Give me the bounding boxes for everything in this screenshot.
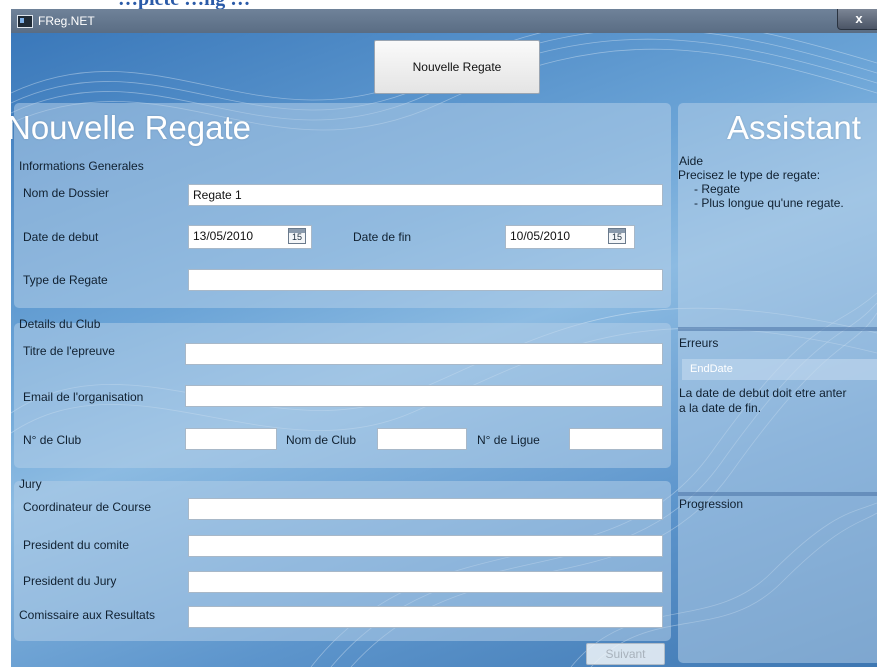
committee-president-label: President du comite [23,538,130,552]
client-area: Nouvelle Regate Nouvelle Regate Informat… [11,33,877,667]
form-title: Nouvelle Regate [11,109,251,146]
general-info-group-label: Informations Generales [19,159,144,173]
club-number-field[interactable] [185,428,277,450]
window-title: FReg.NET [38,14,95,28]
org-email-label: Email de l'organisation [23,390,144,404]
folder-name-field[interactable]: Regate 1 [188,184,663,206]
jury-president-field[interactable] [188,571,663,593]
start-date-calendar-icon[interactable]: 15 [288,228,306,244]
event-title-label: Titre de l'epreuve [23,344,115,358]
results-commissioner-field[interactable] [188,606,663,628]
jury-president-label: President du Jury [23,574,117,588]
club-details-group-label: Details du Club [19,317,101,331]
help-label: Aide [679,154,704,168]
error-message-line2: a la date de fin. [679,401,762,415]
committee-president-field[interactable] [188,535,663,557]
error-message-line1: La date de debut doit etre anter [679,386,847,400]
club-name-field[interactable] [377,428,467,450]
errors-label: Erreurs [679,336,719,350]
club-number-label: N° de Club [23,433,82,447]
regatta-type-label: Type de Regate [23,273,108,287]
progress-label: Progression [679,497,744,511]
league-number-label: N° de Ligue [477,433,540,447]
regatta-type-field[interactable] [188,269,663,291]
help-item-longer: - Plus longue qu'une regate. [694,196,844,210]
end-date-calendar-icon[interactable]: 15 [608,228,626,244]
start-date-label: Date de debut [23,230,99,244]
assistant-title: Assistant [727,109,861,146]
help-text: Precisez le type de regate: [678,168,821,182]
close-button[interactable]: x [837,9,877,30]
race-coordinator-field[interactable] [188,498,663,520]
app-window: FReg.NET x Nouvelle Regate Nouvelle Rega… [11,9,877,667]
end-date-label: Date de fin [353,230,412,244]
race-coordinator-label: Coordinateur de Course [23,500,152,514]
app-icon [17,15,33,28]
progress-separator [678,492,877,496]
next-button[interactable]: Suivant [586,643,665,665]
error-field-name: EndDate [682,359,877,380]
org-email-field[interactable] [185,385,663,407]
results-commissioner-label: Comissaire aux Resultats [19,608,156,622]
league-number-field[interactable] [569,428,663,450]
jury-group-label: Jury [19,477,42,491]
new-regatta-button[interactable]: Nouvelle Regate [374,40,540,94]
errors-separator [678,327,877,331]
title-bar[interactable]: FReg.NET x [11,9,877,33]
folder-name-label: Nom de Dossier [23,186,110,200]
club-name-label: Nom de Club [286,433,357,447]
event-title-field[interactable] [185,343,663,365]
help-item-regate: - Regate [694,182,741,196]
